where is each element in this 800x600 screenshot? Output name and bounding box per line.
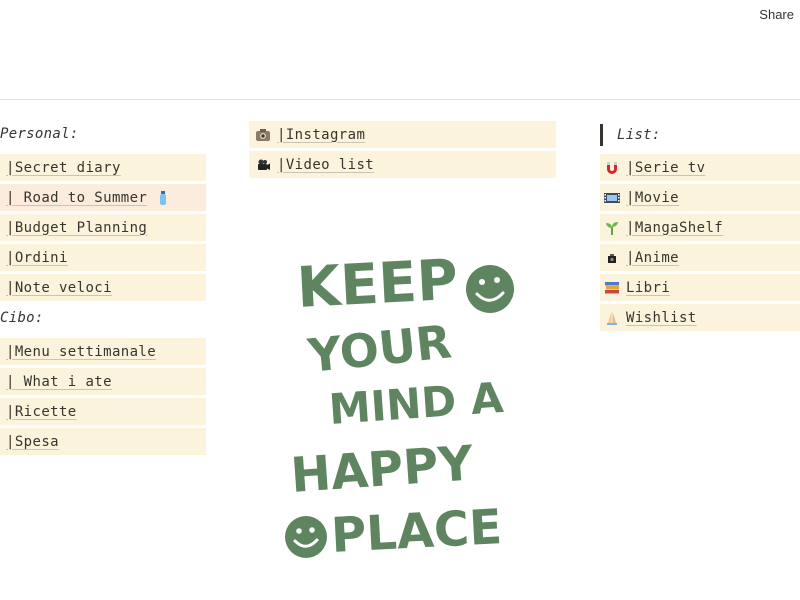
link-label: |Ricette	[6, 403, 77, 420]
personal-heading: Personal:	[0, 126, 79, 142]
page-link-ordini[interactable]: |Ordini	[0, 244, 206, 271]
keep-your-mind-happy-poster: KEEP YOUR MIND A HAPPY PLACE	[280, 237, 530, 567]
link-label: Libri	[626, 279, 671, 296]
link-label: | Road to Summer	[6, 189, 148, 206]
page-link-secret-diary[interactable]: |Secret diary	[0, 154, 206, 181]
water-bottle-icon	[155, 190, 171, 205]
books-icon	[604, 281, 620, 295]
camera-box-icon	[604, 251, 620, 265]
link-label: |Movie	[626, 189, 679, 206]
page-link-wishlist[interactable]: Wishlist	[600, 304, 800, 331]
link-label: |Spesa	[6, 433, 59, 450]
poster-line: KEEP	[295, 248, 459, 321]
link-label: |Serie tv	[626, 159, 706, 176]
share-button[interactable]: Share	[759, 7, 794, 22]
page-link-instagram[interactable]: |Instagram	[249, 121, 556, 148]
magnet-icon	[604, 161, 620, 175]
page-link-what-i-ate[interactable]: | What i ate	[0, 368, 206, 395]
poster-line: PLACE	[330, 499, 504, 564]
page-link-ricette[interactable]: |Ricette	[0, 398, 206, 425]
smiley-icon	[466, 265, 514, 313]
film-strip-icon	[604, 191, 620, 205]
page-link-spesa[interactable]: |Spesa	[0, 428, 206, 455]
link-label: |Budget Planning	[6, 219, 148, 236]
link-label: |Note veloci	[6, 279, 112, 296]
page-link-note-veloci[interactable]: |Note veloci	[0, 274, 206, 301]
link-label: |Secret diary	[6, 159, 121, 176]
link-label: |MangaShelf	[626, 219, 724, 236]
top-bar: Share	[0, 0, 800, 100]
cibo-heading: Cibo:	[0, 310, 44, 326]
poster-line: YOUR	[305, 314, 454, 383]
page-link-movie[interactable]: |Movie	[600, 184, 800, 211]
page-link-serie-tv[interactable]: |Serie tv	[600, 154, 800, 181]
poster-illustration: KEEP YOUR MIND A HAPPY PLACE	[285, 248, 514, 564]
seedling-icon	[604, 221, 620, 235]
page-link-menu-settimanale[interactable]: |Menu settimanale	[0, 338, 206, 365]
link-label: |Ordini	[6, 249, 68, 266]
link-label: |Instagram	[277, 126, 366, 143]
page-link-video-list[interactable]: |Video list	[249, 151, 556, 178]
camera-icon	[255, 128, 271, 142]
page-link-budget-planning[interactable]: |Budget Planning	[0, 214, 206, 241]
list-heading: List:	[600, 124, 661, 146]
page-link-mangashelf[interactable]: |MangaShelf	[600, 214, 800, 241]
link-label: |Menu settimanale	[6, 343, 157, 360]
smiley-icon	[285, 516, 327, 558]
page-link-road-to-summer[interactable]: | Road to Summer	[0, 184, 206, 211]
link-label: | What i ate	[6, 373, 112, 390]
video-camera-icon	[255, 158, 271, 172]
page-link-anime[interactable]: |Anime	[600, 244, 800, 271]
link-label: |Anime	[626, 249, 679, 266]
link-label: Wishlist	[626, 309, 697, 326]
page-link-libri[interactable]: Libri	[600, 274, 800, 301]
poster-line: MIND A	[327, 373, 505, 434]
praying-hands-icon	[604, 311, 620, 325]
link-label: |Video list	[277, 156, 375, 173]
poster-line: HAPPY	[289, 435, 476, 504]
